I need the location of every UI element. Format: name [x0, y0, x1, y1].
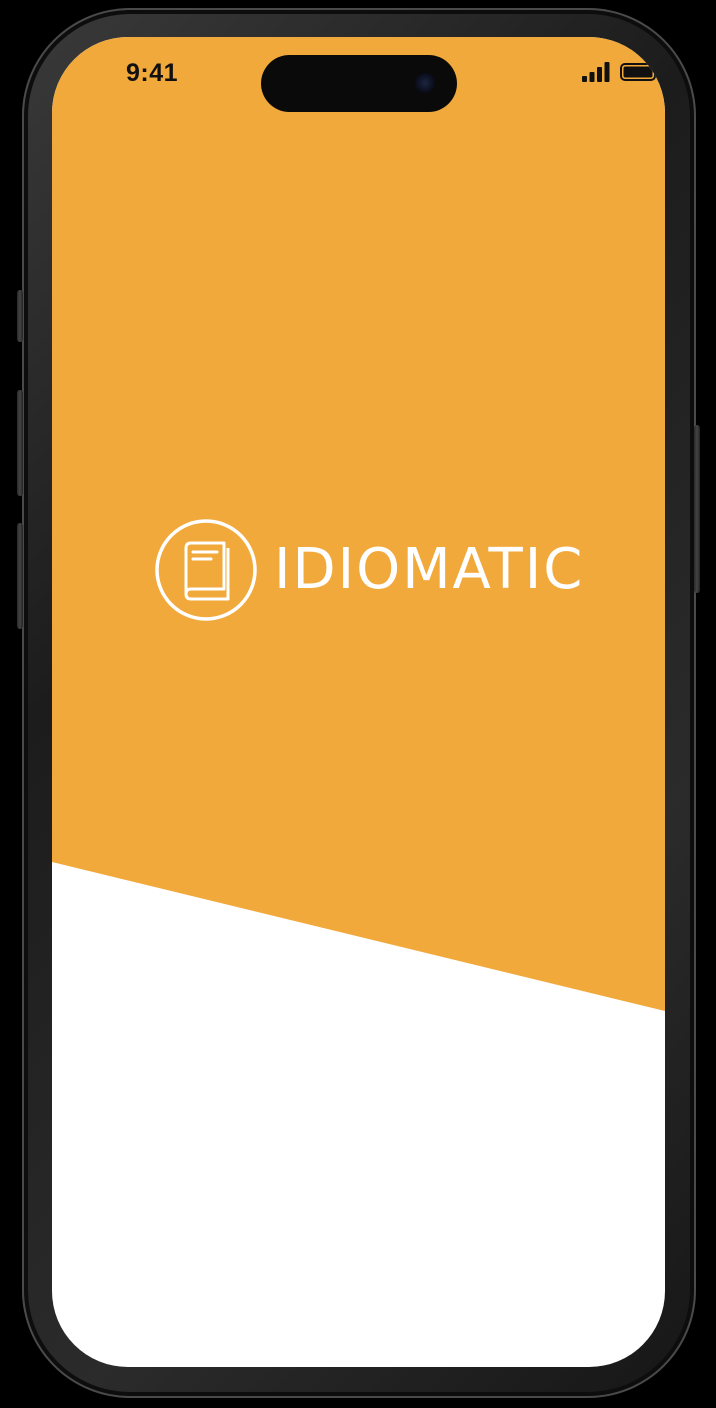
battery-icon	[620, 63, 659, 81]
brand-name: IDIOMATIC	[274, 537, 585, 602]
brand-logo: IDIOMATIC	[154, 518, 584, 622]
dynamic-island	[261, 55, 457, 112]
app-screen: 9:41 IDIOMATIC	[52, 37, 665, 1367]
volume-down-button	[17, 523, 23, 629]
action-button	[17, 290, 23, 342]
splash-background	[52, 37, 665, 1011]
power-button	[694, 425, 700, 593]
cellular-signal-icon	[582, 62, 610, 82]
front-camera	[415, 73, 435, 93]
book-icon	[155, 519, 257, 621]
status-time: 9:41	[126, 59, 179, 87]
volume-up-button	[17, 390, 23, 496]
